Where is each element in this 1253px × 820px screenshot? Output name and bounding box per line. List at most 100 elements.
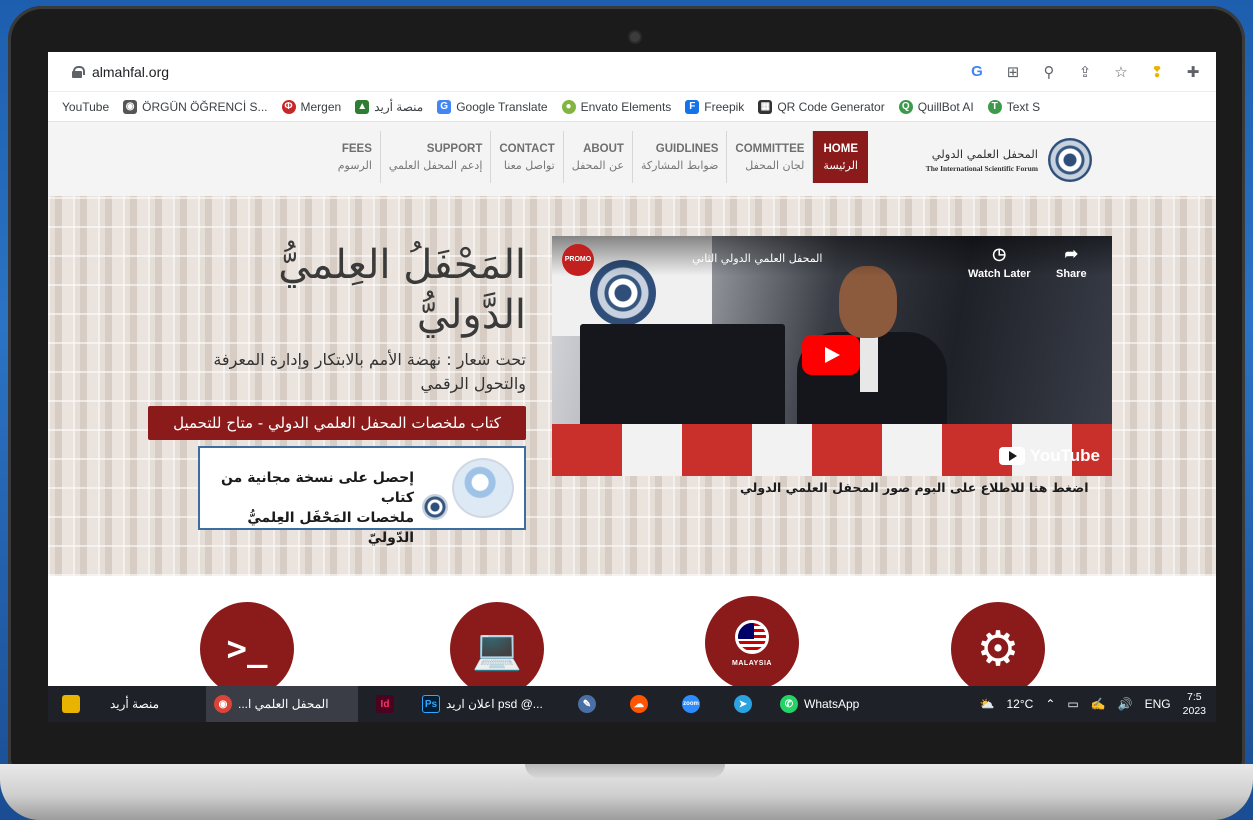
- envato-icon: ●: [561, 99, 576, 114]
- bookmark-google-translate[interactable]: G Google Translate: [437, 99, 548, 114]
- feature-settings[interactable]: ⚙: [951, 602, 1045, 696]
- nav-support[interactable]: SUPPORT إدعم المحفل العلمي: [381, 131, 492, 183]
- hero-subtitle-line1: تحت شعار : نهضة الأمم بالابتكار وإدارة ا…: [213, 350, 526, 369]
- map-pin-icon: [735, 619, 769, 654]
- translate-icon[interactable]: ⊞: [1004, 63, 1022, 81]
- taskbar-item-chrome[interactable]: ◉ ...المحفل العلمي ا: [206, 686, 358, 722]
- screen: almahfal.org G ⊞ ⚲ ⇪ ☆ ❢ ✚ YouTube ◉ ÖRG…: [48, 52, 1216, 722]
- extensions-icon[interactable]: ✚: [1184, 63, 1202, 81]
- bookmark-qr-generator[interactable]: ▦ QR Code Generator: [758, 99, 885, 114]
- taskbar-item-photoshop[interactable]: Ps اعلان اريد psd @...: [422, 686, 543, 722]
- bookmark-orgun[interactable]: ◉ ÖRGÜN ÖĞRENCİ S...: [123, 99, 268, 114]
- taskbar-item-arid[interactable]: منصة أريد: [62, 686, 159, 722]
- feature-terminal[interactable]: >_: [200, 602, 294, 696]
- video-title[interactable]: المحفل العلمي الدولي الثاني: [692, 252, 822, 265]
- nav-label-en: CONTACT: [499, 142, 555, 155]
- taskbar-item-zoom[interactable]: zoom: [682, 686, 700, 722]
- bulb-icon[interactable]: ❢: [1148, 63, 1166, 81]
- bookmark-label: Text S: [1006, 99, 1041, 114]
- url-text[interactable]: almahfal.org: [92, 64, 169, 80]
- taskbar-item-indesign[interactable]: Id: [376, 686, 394, 722]
- nav-about[interactable]: ABOUT عن المحفل: [564, 131, 633, 183]
- hero-subtitle-line2: والتحول الرقمي: [420, 374, 526, 393]
- volume-icon[interactable]: 🔊: [1118, 697, 1133, 711]
- share-button[interactable]: ➦ Share: [1056, 244, 1087, 280]
- zoom-icon[interactable]: ⚲: [1040, 63, 1058, 81]
- download-abstracts-button[interactable]: كتاب ملخصات المحفل العلمي الدولي - متاح …: [148, 406, 526, 440]
- bookmark-mergen[interactable]: Φ Mergen: [281, 99, 342, 114]
- watch-later-label: Watch Later: [968, 268, 1031, 280]
- book-cd-image: [452, 458, 514, 518]
- play-icon[interactable]: [802, 335, 860, 375]
- zoom-icon: zoom: [682, 695, 700, 713]
- book-banner-text: إحصل على نسخة مجانية من كتاب ملخصات المَ…: [200, 468, 414, 548]
- address-bar[interactable]: almahfal.org G ⊞ ⚲ ⇪ ☆ ❢ ✚: [48, 52, 1216, 92]
- free-book-banner[interactable]: إحصل على نسخة مجانية من كتاب ملخصات المَ…: [198, 446, 526, 546]
- taskbar-item-soundcloud[interactable]: ☁: [630, 686, 648, 722]
- bookmark-label: Freepik: [704, 99, 745, 114]
- bookmark-label: Mergen: [300, 99, 342, 114]
- bookmark-freepik[interactable]: F Freepik: [685, 99, 745, 114]
- book-text-line1: إحصل على نسخة مجانية من كتاب: [221, 470, 414, 506]
- clock[interactable]: 7:5 2023: [1183, 690, 1206, 718]
- bookmark-envato[interactable]: ● Envato Elements: [561, 99, 671, 114]
- youtube-play-icon: [998, 447, 1025, 465]
- network-icon[interactable]: ▭: [1067, 697, 1078, 711]
- google-lens-icon[interactable]: G: [968, 63, 986, 80]
- bookmark-label: ÖRGÜN ÖĞRENCİ S...: [142, 99, 268, 114]
- nav-contact[interactable]: CONTACT تواصل معنا: [491, 131, 564, 183]
- bookmark-label: QuillBot AI: [917, 99, 974, 114]
- weather-icon[interactable]: ⛅: [980, 697, 995, 711]
- mergen-icon: Φ: [281, 99, 296, 114]
- taskbar-item-paint[interactable]: ✎: [578, 686, 596, 722]
- lock-icon[interactable]: [72, 65, 85, 78]
- nav-label-en: HOME: [823, 142, 859, 155]
- logo-text: المحفل العلمي الدولي The International S…: [926, 147, 1038, 173]
- clock-icon: ◷: [992, 246, 1007, 263]
- site-logo[interactable]: المحفل العلمي الدولي The International S…: [926, 138, 1092, 182]
- laptop-icon: 💻: [472, 626, 522, 673]
- tray-chevron-icon[interactable]: ⌃: [1045, 697, 1055, 711]
- qr-icon: ▦: [758, 99, 773, 114]
- book-text-line2: ملخصات المَحْفَل العِلميُّ الدّوليّ: [247, 510, 414, 546]
- youtube-logo[interactable]: YouTube: [998, 446, 1100, 466]
- photoshop-icon: Ps: [422, 695, 440, 713]
- share-icon[interactable]: ⇪: [1076, 63, 1094, 81]
- youtube-video-embed[interactable]: PROMO المحفل العلمي الدولي الثاني ◷ Watc…: [552, 236, 1112, 476]
- bookmarks-bar: YouTube ◉ ÖRGÜN ÖĞRENCİ S... Φ Mergen ▲ …: [48, 92, 1216, 122]
- taskbar-item-telegram[interactable]: ➤: [734, 686, 752, 722]
- language-indicator[interactable]: ENG: [1145, 697, 1171, 711]
- nav-home[interactable]: HOME الرئيسة: [813, 131, 868, 183]
- laptop-base: [0, 764, 1253, 820]
- whatsapp-icon: ✆: [780, 695, 798, 713]
- nav-label-ar: لجان المحفل: [745, 158, 805, 172]
- feature-malaysia[interactable]: MALAYSIA: [705, 596, 799, 690]
- taskbar-item-whatsapp[interactable]: ✆ WhatsApp: [780, 686, 859, 722]
- translate-icon: G: [437, 99, 452, 114]
- nav-guidelines[interactable]: GUIDLINES ضوابط المشاركة: [633, 131, 728, 183]
- hero-title-line1: المَحْفَلُ العِلميُّ: [278, 242, 526, 288]
- nav-committee[interactable]: COMMITTEE لجان المحفل: [727, 131, 814, 183]
- pen-icon[interactable]: ✍: [1091, 697, 1106, 711]
- nav-label-en: SUPPORT: [426, 142, 483, 155]
- bookmark-quillbot[interactable]: Q QuillBot AI: [898, 99, 974, 114]
- nav-label-en: ABOUT: [583, 142, 624, 155]
- bookmark-star-icon[interactable]: ☆: [1112, 63, 1130, 81]
- hero-section: المَحْفَلُ العِلميُّ الدَّوليُّ تحت شعار…: [48, 196, 1216, 576]
- weather-temp[interactable]: 12°C: [1007, 697, 1034, 711]
- feature-malaysia-label: MALAYSIA: [732, 659, 772, 667]
- bookmark-youtube[interactable]: YouTube: [62, 100, 109, 114]
- nav-fees[interactable]: FEES الرسوم: [330, 131, 381, 183]
- channel-avatar-icon[interactable]: PROMO: [562, 244, 594, 276]
- paint-icon: ✎: [578, 695, 596, 713]
- photo-album-link[interactable]: اضغط هنا للاطلاع على البوم صور المحفل ال…: [740, 480, 1089, 495]
- bookmark-arid[interactable]: ▲ منصة أريد: [355, 99, 423, 114]
- taskbar-label: منصة أريد: [110, 697, 159, 711]
- bookmark-text[interactable]: T Text S: [987, 99, 1041, 114]
- feature-laptop[interactable]: 💻: [450, 602, 544, 696]
- taskbar-label: ...المحفل العلمي ا: [238, 697, 329, 711]
- folder-icon: [62, 695, 80, 713]
- watch-later-button[interactable]: ◷ Watch Later: [968, 244, 1031, 280]
- bookmark-label: YouTube: [62, 99, 110, 114]
- hero-subtitle: تحت شعار : نهضة الأمم بالابتكار وإدارة ا…: [106, 348, 526, 396]
